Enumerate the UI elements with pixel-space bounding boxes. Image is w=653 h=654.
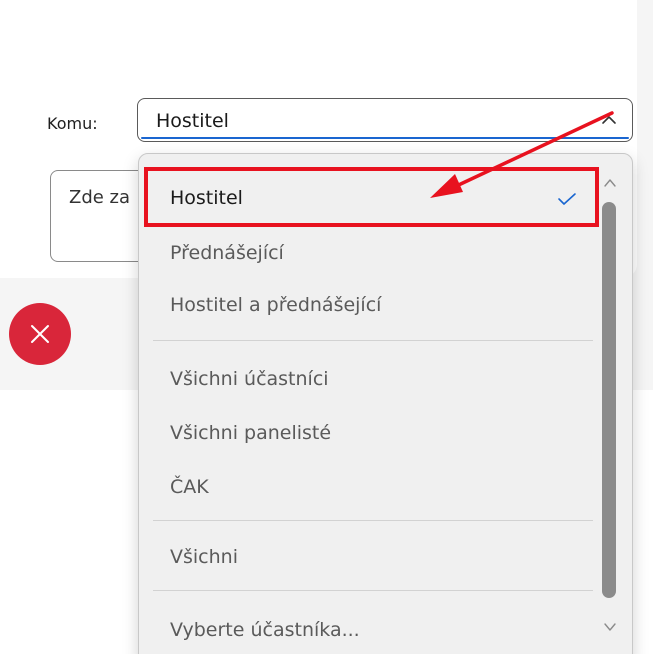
scroll-down-arrow-icon[interactable] bbox=[602, 620, 618, 634]
recipient-select[interactable]: Hostitel bbox=[137, 98, 633, 142]
close-button[interactable] bbox=[9, 303, 71, 365]
scrollbar-thumb[interactable] bbox=[602, 202, 616, 598]
dropdown-item-label: Přednášející bbox=[170, 242, 284, 264]
dropdown-item-label: Všichni bbox=[170, 546, 238, 568]
recipient-selected-value: Hostitel bbox=[156, 110, 229, 132]
dropdown-item-hostitel-a-prednasejici[interactable]: Hostitel a přednášející bbox=[139, 282, 594, 332]
message-placeholder: Zde za bbox=[69, 187, 131, 208]
dropdown-separator bbox=[153, 520, 593, 521]
dropdown-item-label: Vyberte účastníka... bbox=[170, 619, 360, 641]
dropdown-item-vsichni-panelistes[interactable]: Všichni panelisté bbox=[139, 410, 594, 460]
dropdown-item-label: Hostitel a přednášející bbox=[170, 294, 382, 316]
annotation-highlight-box bbox=[144, 167, 599, 227]
chevron-up-icon bbox=[602, 116, 616, 124]
close-icon bbox=[31, 325, 49, 343]
dropdown-separator bbox=[153, 340, 593, 341]
recipient-label: Komu: bbox=[47, 114, 98, 133]
dropdown-item-label: Všichni panelisté bbox=[170, 422, 332, 444]
dropdown-item-vyberte-ucastnika[interactable]: Vyberte účastníka... bbox=[139, 607, 594, 654]
screen: Komu: Hostitel Zde za Hostitel Přednášej… bbox=[0, 0, 653, 654]
dropdown-item-label: Všichni účastníci bbox=[170, 368, 329, 390]
dropdown-item-prednasejici[interactable]: Přednášející bbox=[139, 230, 594, 280]
dropdown-item-vsichni-ucastnici[interactable]: Všichni účastníci bbox=[139, 356, 594, 406]
dropdown-item-label: ČAK bbox=[170, 476, 209, 498]
recipient-dropdown-list: Hostitel Přednášející Hostitel a přednáš… bbox=[138, 153, 633, 654]
scroll-up-arrow-icon[interactable] bbox=[602, 176, 618, 190]
dropdown-item-cak[interactable]: ČAK bbox=[139, 464, 594, 514]
dropdown-item-vsichni[interactable]: Všichni bbox=[139, 534, 594, 584]
dropdown-separator bbox=[153, 590, 593, 591]
